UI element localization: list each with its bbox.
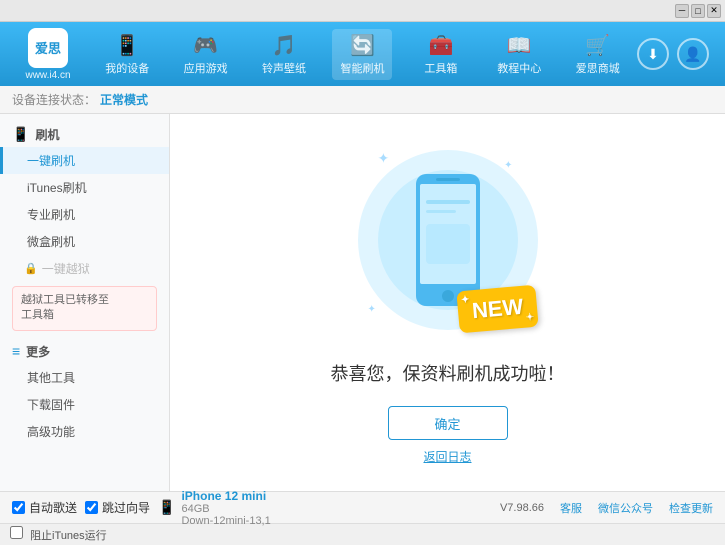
smart-shop-icon: 🔄 (350, 33, 375, 58)
mall-icon: 🛒 (585, 33, 610, 58)
itunes-label[interactable]: 阻止iTunes运行 (10, 526, 107, 543)
itunes-text: 阻止iTunes运行 (30, 530, 107, 542)
ringtones-icon: 🎵 (272, 33, 297, 58)
flash-section-title: 刷机 (35, 126, 59, 143)
bottom-right: V7.98.66 客服 微信公众号 检查更新 (500, 500, 713, 516)
more-section-title: 更多 (26, 343, 50, 360)
my-device-label: 我的设备 (105, 60, 149, 76)
device-info: 📱 iPhone 12 mini 64GB Down-12mini-13,1 (158, 489, 271, 527)
sidebar-item-one-click-flash[interactable]: 一键刷机 (0, 147, 169, 174)
device-storage: 64GB (181, 503, 270, 515)
logo-icon: 爱思 (28, 28, 68, 68)
main-layout: 📱 刷机 一键刷机 iTunes刷机 专业刷机 微盒刷机 🔒 一键越狱 越狱工具… (0, 114, 725, 491)
version-label: V7.98.66 (500, 502, 544, 514)
download-button[interactable]: ⬇ (637, 38, 669, 70)
device-firmware: Down-12mini-13,1 (181, 515, 270, 527)
sidebar-item-advanced-features[interactable]: 高级功能 (0, 418, 169, 445)
nav-tutorials[interactable]: 📖 教程中心 (489, 29, 549, 80)
title-bar: － □ ✕ (0, 0, 725, 22)
ringtones-label: 铃声壁纸 (262, 60, 306, 76)
sidebar-item-download-firmware[interactable]: 下载固件 (0, 391, 169, 418)
status-bar: 设备连接状态： 正常模式 (0, 86, 725, 114)
bottom-bar: 自动歌送 跳过向导 📱 iPhone 12 mini 64GB Down-12m… (0, 491, 725, 523)
header: 爱思 www.i4.cn 📱 我的设备 🎮 应用游戏 🎵 铃声壁纸 🔄 智能刷机… (0, 22, 725, 86)
itunes-checkbox[interactable] (10, 526, 23, 539)
logo[interactable]: 爱思 www.i4.cn (8, 28, 88, 81)
more-section-icon: ≡ (12, 343, 20, 359)
nav-bar: 📱 我的设备 🎮 应用游戏 🎵 铃声壁纸 🔄 智能刷机 🧰 工具箱 📖 教程中心… (88, 29, 637, 80)
skip-wizard-input[interactable] (85, 501, 98, 514)
header-right: ⬇ 👤 (637, 38, 717, 70)
sidebar-item-other-tools[interactable]: 其他工具 (0, 364, 169, 391)
close-button[interactable]: ✕ (707, 4, 721, 18)
flash-section-icon: 📱 (12, 126, 29, 143)
user-button[interactable]: 👤 (677, 38, 709, 70)
more-section: ≡ 更多 其他工具 下载固件 高级功能 (0, 339, 169, 445)
nav-toolbox[interactable]: 🧰 工具箱 (411, 29, 471, 80)
tutorials-icon: 📖 (507, 33, 532, 58)
nav-smart-shop[interactable]: 🔄 智能刷机 (332, 29, 392, 80)
wechat-link[interactable]: 微信公众号 (598, 500, 653, 516)
logo-url: www.i4.cn (25, 70, 70, 81)
status-label: 设备连接状态： (12, 91, 96, 108)
device-details: iPhone 12 mini 64GB Down-12mini-13,1 (181, 489, 270, 527)
sidebar-item-itunes-flash[interactable]: iTunes刷机 (0, 174, 169, 201)
skip-wizard-checkbox[interactable]: 跳过向导 (85, 499, 150, 516)
sidebar-section-more: ≡ 更多 (0, 339, 169, 364)
maximize-button[interactable]: □ (691, 4, 705, 18)
content-area: ✦ ✦ ✦ NEW 恭喜您，保资料刷机成功啦！ 确定 (170, 114, 725, 491)
auto-next-input[interactable] (12, 501, 25, 514)
smart-shop-label: 智能刷机 (340, 60, 384, 76)
minimize-button[interactable]: － (675, 4, 689, 18)
jailbreak-label: 一键越狱 (42, 260, 90, 277)
confirm-button[interactable]: 确定 (388, 406, 508, 440)
new-badge: NEW (456, 285, 539, 334)
sidebar-notice: 越狱工具已转移至工具箱 (12, 286, 157, 331)
skip-wizard-label: 跳过向导 (102, 499, 150, 516)
nav-ringtones[interactable]: 🎵 铃声壁纸 (254, 29, 314, 80)
phone-illustration: ✦ ✦ ✦ NEW (348, 140, 548, 340)
sidebar-item-micro-flash[interactable]: 微盒刷机 (0, 228, 169, 255)
my-device-icon: 📱 (115, 33, 140, 58)
toolbox-label: 工具箱 (424, 60, 457, 76)
status-value: 正常模式 (100, 91, 148, 108)
sidebar-item-pro-flash[interactable]: 专业刷机 (0, 201, 169, 228)
sparkle-1: ✦ (378, 150, 390, 167)
bottom-left: 自动歌送 跳过向导 📱 iPhone 12 mini 64GB Down-12m… (12, 489, 271, 527)
tutorials-label: 教程中心 (497, 60, 541, 76)
sparkle-2: ✦ (504, 160, 512, 171)
sidebar: 📱 刷机 一键刷机 iTunes刷机 专业刷机 微盒刷机 🔒 一键越狱 越狱工具… (0, 114, 170, 491)
auto-next-checkbox[interactable]: 自动歌送 (12, 499, 77, 516)
success-message: 恭喜您，保资料刷机成功啦！ (331, 360, 565, 386)
mall-label: 爱思商城 (576, 60, 620, 76)
app-games-label: 应用游戏 (184, 60, 228, 76)
app-games-icon: 🎮 (193, 33, 218, 58)
sidebar-item-one-click-jailbreak: 🔒 一键越狱 (0, 255, 169, 282)
auto-next-label: 自动歌送 (29, 499, 77, 516)
sparkle-3: ✦ (368, 304, 376, 315)
sidebar-section-flash: 📱 刷机 (0, 122, 169, 147)
nav-my-device[interactable]: 📱 我的设备 (97, 29, 157, 80)
nav-mall[interactable]: 🛒 爱思商城 (568, 29, 628, 80)
toolbox-icon: 🧰 (428, 33, 453, 58)
device-phone-icon: 📱 (158, 499, 175, 516)
customer-service-link[interactable]: 客服 (560, 500, 582, 516)
check-update-link[interactable]: 检查更新 (669, 500, 713, 516)
lock-icon: 🔒 (24, 262, 38, 275)
back-link[interactable]: 返回日志 (423, 448, 471, 465)
nav-app-games[interactable]: 🎮 应用游戏 (176, 29, 236, 80)
